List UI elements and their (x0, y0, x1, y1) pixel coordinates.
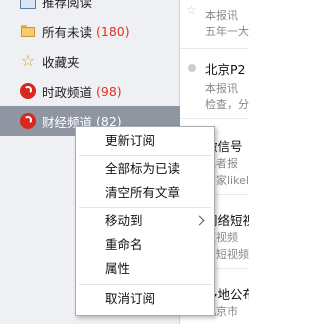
sidebar-item-politics-channel[interactable]: 时政频道 (98) (0, 76, 180, 106)
sidebar-item-all-unread[interactable]: 所有未读 (180) (0, 16, 180, 46)
sidebar-item-label: 所有未读 (42, 24, 93, 40)
menu-item-clear-all-articles[interactable]: 清空所有文章 (76, 181, 214, 205)
article-snippet: 本报讯 (205, 82, 238, 95)
chevron-right-icon (194, 215, 205, 226)
folder-icon (20, 23, 36, 39)
feed-icon (20, 113, 36, 129)
menu-item-refresh-subscription[interactable]: 更新订阅 (76, 129, 214, 153)
sidebar-item-label: 推荐阅读 (42, 0, 93, 10)
article-snippet: 检查，分 (205, 98, 249, 111)
sidebar-item-recommended[interactable]: 推荐阅读 (0, 0, 180, 16)
star-icon: ☆ (20, 51, 36, 70)
menu-item-rename[interactable]: 重命名 (76, 233, 214, 257)
menu-item-unsubscribe[interactable]: 取消订阅 (76, 287, 214, 311)
sidebar-item-label: 收藏夹 (42, 54, 80, 70)
menu-separator (79, 284, 211, 285)
menu-item-mark-all-read[interactable]: 全部标为已读 (76, 157, 214, 181)
recommended-list-icon (20, 0, 36, 9)
unread-count: (180) (96, 23, 130, 39)
article-snippet: 本报讯 (205, 9, 238, 22)
sidebar-item-label: 时政频道 (42, 84, 93, 100)
divider (180, 118, 249, 119)
article-title: 北京P2 (205, 62, 246, 77)
menu-separator (79, 207, 211, 208)
menu-item-label: 移动到 (105, 213, 143, 228)
context-menu: 更新订阅 全部标为已读 清空所有文章 移动到 重命名 属性 取消订阅 (75, 126, 215, 316)
feed-icon (20, 83, 36, 99)
star-icon[interactable]: ☆ (186, 4, 197, 16)
sidebar-item-favorites[interactable]: ☆ 收藏夹 (0, 46, 180, 76)
menu-separator (79, 155, 211, 156)
unread-dot-icon (188, 64, 196, 72)
menu-item-properties[interactable]: 属性 (76, 257, 214, 281)
divider (180, 48, 249, 49)
article-snippet: 五年一大 (205, 25, 249, 38)
menu-item-move-to[interactable]: 移动到 (76, 209, 214, 233)
unread-count: (98) (96, 83, 122, 99)
